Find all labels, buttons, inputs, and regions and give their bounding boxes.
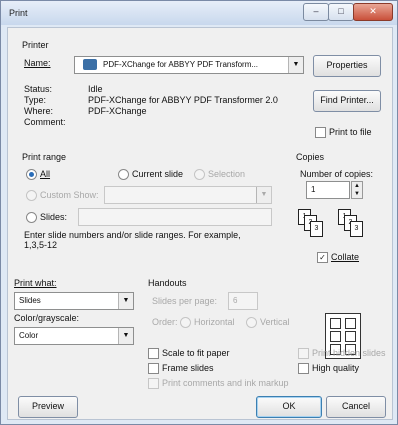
color-select[interactable]: Color ▼ — [14, 327, 134, 345]
scale-to-fit-checkbox[interactable] — [148, 348, 159, 359]
collate-page: 3 — [310, 221, 323, 237]
minimize-button[interactable]: – — [303, 3, 329, 21]
range-selection-radio[interactable] — [194, 169, 205, 180]
scale-to-fit-label: Scale to fit paper — [162, 348, 230, 358]
print-what-value: Slides — [19, 296, 41, 305]
cancel-button[interactable]: Cancel — [326, 396, 386, 418]
copies-spinner[interactable]: ▲ ▼ — [351, 181, 363, 199]
high-quality-checkbox[interactable] — [298, 363, 309, 374]
range-current-slide-radio[interactable] — [118, 169, 129, 180]
copies-label: Copies — [296, 152, 325, 162]
printer-name-label: Name: — [24, 58, 51, 68]
chevron-down-icon[interactable]: ▼ — [288, 57, 303, 73]
print-range-label: Print range — [22, 152, 67, 162]
order-vertical-label: Vertical — [260, 317, 290, 327]
find-printer-button[interactable]: Find Printer... — [313, 90, 381, 112]
order-label: Order: — [152, 317, 178, 327]
order-horizontal-label: Horizontal — [194, 317, 235, 327]
slides-per-page-label: Slides per page: — [152, 296, 218, 306]
chevron-down-icon[interactable]: ▼ — [118, 328, 133, 344]
number-of-copies-label: Number of copies: — [300, 169, 374, 179]
range-all-radio[interactable] — [26, 169, 37, 180]
range-hint: Enter slide numbers and/or slide ranges.… — [24, 230, 241, 240]
properties-button[interactable]: Properties — [313, 55, 381, 77]
maximize-button[interactable]: □ — [328, 3, 354, 21]
close-button[interactable]: ✕ — [353, 3, 393, 21]
slides-input[interactable] — [78, 208, 272, 226]
title-bar[interactable]: Print – □ ✕ — [1, 1, 397, 25]
where-value: PDF-XChange — [88, 106, 147, 116]
print-hidden-checkbox[interactable] — [298, 348, 309, 359]
color-value: Color — [19, 331, 39, 340]
printer-group-label: Printer — [22, 40, 49, 50]
collate-checkbox[interactable]: ✓ — [317, 252, 328, 263]
collate-page: 3 — [350, 221, 363, 237]
collate-label: Collate — [331, 252, 360, 262]
window-title: Print — [9, 8, 28, 18]
print-comments-checkbox[interactable] — [148, 378, 159, 389]
order-horizontal-radio[interactable] — [180, 317, 191, 328]
order-vertical-radio[interactable] — [246, 317, 257, 328]
print-what-label: Print what: — [14, 278, 57, 288]
printer-icon — [83, 59, 97, 70]
printer-name-select[interactable]: PDF-XChange for ABBYY PDF Transform... ▼ — [74, 56, 304, 74]
range-hint-example: 1,3,5-12 — [24, 240, 58, 250]
frame-slides-label: Frame slides — [162, 363, 214, 373]
color-label: Color/grayscale: — [14, 313, 80, 323]
status-value: Idle — [88, 84, 103, 94]
high-quality-label: High quality — [312, 363, 360, 373]
handouts-label: Handouts — [148, 278, 187, 288]
copies-value: 1 — [311, 185, 316, 194]
print-to-file-checkbox[interactable] — [315, 127, 326, 138]
type-value: PDF-XChange for ABBYY PDF Transformer 2.… — [88, 95, 278, 105]
slides-per-page-select[interactable]: 6 — [228, 292, 258, 310]
ok-button[interactable]: OK — [256, 396, 322, 418]
comment-label: Comment: — [24, 117, 66, 127]
printer-name-value: PDF-XChange for ABBYY PDF Transform... — [103, 60, 259, 69]
range-custom-show-label: Custom Show: — [40, 190, 99, 200]
print-dialog: Print – □ ✕ Printer Name: PDF-XChange fo… — [0, 0, 398, 425]
range-selection-label: Selection — [208, 169, 246, 179]
print-to-file-label: Print to file — [329, 127, 372, 137]
preview-button[interactable]: Preview — [18, 396, 78, 418]
range-slides-label: Slides: — [40, 212, 68, 222]
chevron-down-icon[interactable]: ▼ — [118, 293, 133, 309]
slides-per-page-value: 6 — [233, 296, 238, 305]
copies-input[interactable]: 1 — [306, 181, 350, 199]
type-label: Type: — [24, 95, 47, 105]
print-comments-label: Print comments and ink markup — [162, 378, 289, 388]
range-slides-radio[interactable] — [26, 212, 37, 223]
range-current-slide-label: Current slide — [132, 169, 184, 179]
dialog-body: Printer Name: PDF-XChange for ABBYY PDF … — [7, 27, 393, 420]
range-all-label: All — [40, 169, 51, 179]
range-custom-show-radio[interactable] — [26, 190, 37, 201]
print-hidden-label: Print hidden slides — [312, 348, 386, 358]
custom-show-select[interactable]: ▼ — [104, 186, 272, 204]
print-what-select[interactable]: Slides ▼ — [14, 292, 134, 310]
status-label: Status: — [24, 84, 53, 94]
frame-slides-checkbox[interactable] — [148, 363, 159, 374]
where-label: Where: — [24, 106, 54, 116]
chevron-down-icon[interactable]: ▼ — [256, 187, 271, 203]
